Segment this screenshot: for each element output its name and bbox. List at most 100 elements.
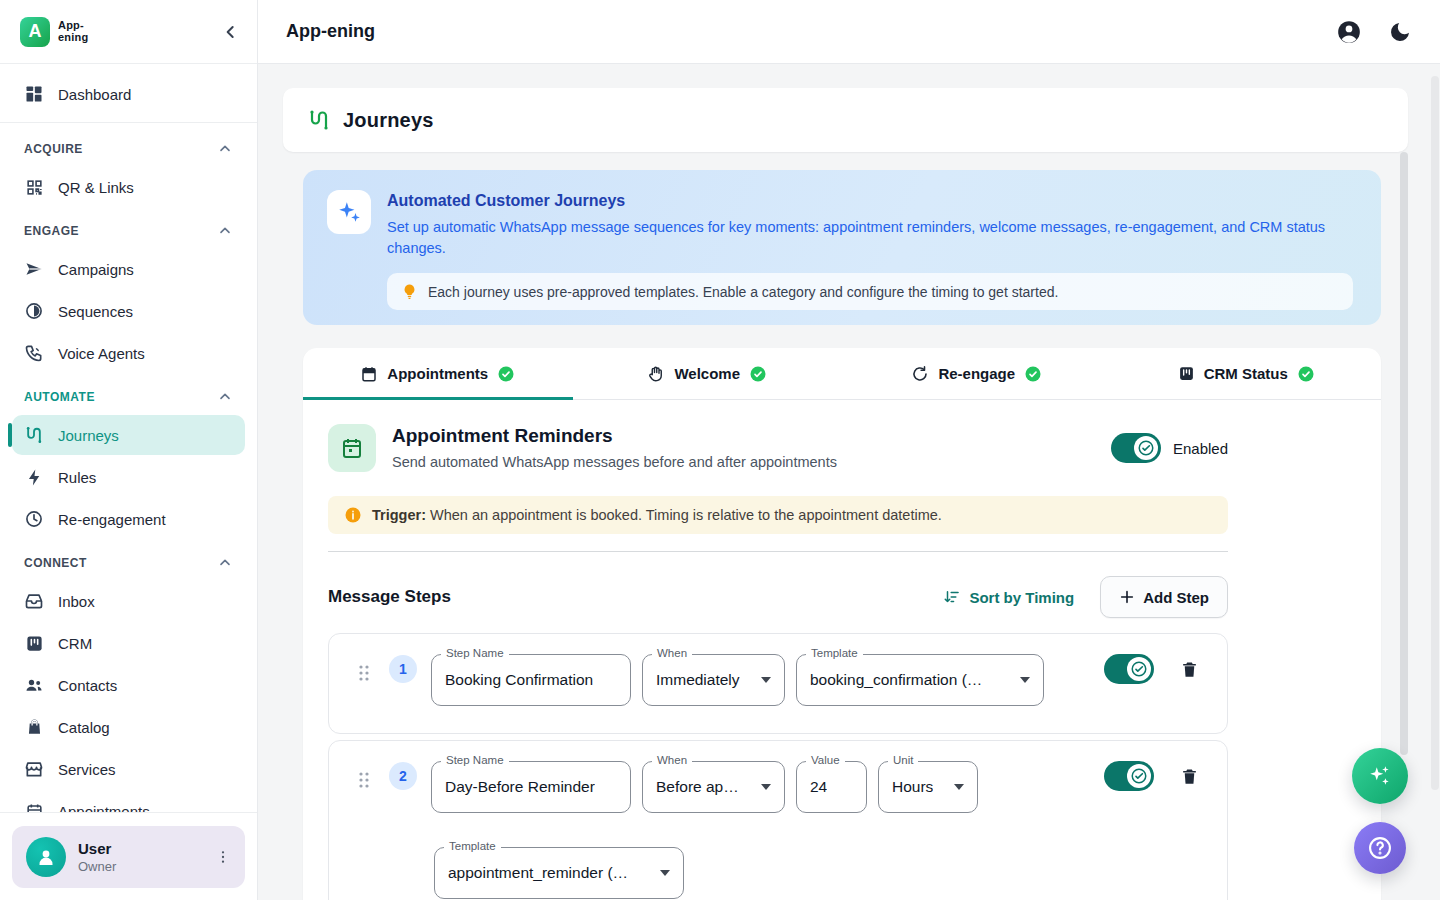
sidebar-item-label: Dashboard bbox=[58, 86, 131, 103]
sidebar-item-inbox[interactable]: Inbox bbox=[12, 581, 245, 621]
check-circle-icon bbox=[1024, 365, 1042, 383]
lightning-icon bbox=[24, 468, 44, 487]
drag-handle-icon[interactable] bbox=[357, 664, 371, 682]
user-card[interactable]: User Owner bbox=[12, 826, 245, 888]
section-header-automate[interactable]: AUTOMATE bbox=[12, 375, 245, 415]
scrollbar-thumb[interactable] bbox=[1400, 152, 1408, 755]
sidebar-item-dashboard[interactable]: Dashboard bbox=[12, 74, 245, 114]
check-circle-icon bbox=[749, 365, 767, 383]
chevron-down-icon bbox=[761, 784, 771, 790]
plus-icon bbox=[1119, 589, 1135, 605]
sidebar-collapse-icon[interactable] bbox=[221, 22, 241, 42]
step-toggle[interactable] bbox=[1104, 654, 1154, 684]
section-header-connect[interactable]: CONNECT bbox=[12, 541, 245, 581]
divider bbox=[0, 122, 257, 123]
page-title-card: Journeys bbox=[283, 88, 1408, 152]
qr-code-icon bbox=[24, 178, 44, 197]
tab-welcome[interactable]: Welcome bbox=[573, 348, 843, 399]
banner-title: Automated Customer Journeys bbox=[387, 190, 1357, 210]
app-logo-text: App-ening bbox=[58, 20, 88, 43]
phone-icon bbox=[24, 343, 44, 363]
check-circle-icon bbox=[1297, 365, 1315, 383]
chevron-up-icon bbox=[217, 223, 233, 239]
sidebar-item-campaigns[interactable]: Campaigns bbox=[12, 249, 245, 289]
storefront-icon bbox=[24, 759, 44, 779]
question-icon bbox=[1366, 834, 1394, 862]
add-step-button[interactable]: Add Step bbox=[1100, 576, 1228, 618]
account-icon[interactable] bbox=[1336, 19, 1362, 45]
sparkles-icon bbox=[327, 190, 371, 234]
refresh-icon bbox=[911, 365, 929, 383]
user-name: User bbox=[78, 840, 203, 857]
step-card-2: 2 Step Name Day-Before Reminder When Bef… bbox=[328, 740, 1228, 900]
window-scrollbar[interactable] bbox=[1431, 76, 1439, 790]
section-header-acquire[interactable]: ACQUIRE bbox=[12, 127, 245, 167]
chevron-down-icon bbox=[761, 677, 771, 683]
topbar-title: App-ening bbox=[286, 21, 375, 42]
enabled-label: Enabled bbox=[1173, 440, 1228, 457]
help-fab[interactable] bbox=[1354, 822, 1406, 874]
user-avatar bbox=[26, 837, 66, 877]
app-logo: A App-ening bbox=[20, 17, 88, 47]
sidebar-item-voice-agents[interactable]: Voice Agents bbox=[12, 333, 245, 373]
step-number-badge: 1 bbox=[389, 655, 417, 683]
chevron-up-icon bbox=[217, 389, 233, 405]
step-name-input[interactable]: Step Name Booking Confirmation bbox=[431, 654, 631, 706]
users-icon bbox=[24, 675, 44, 695]
template-select[interactable]: Template appointment_reminder (… bbox=[434, 847, 684, 899]
step-card-1: 1 Step Name Booking Confirmation When Im… bbox=[328, 633, 1228, 734]
step-name-input[interactable]: Step Name Day-Before Reminder bbox=[431, 761, 631, 813]
content-area: Journeys Automated Customer Journeys Set… bbox=[258, 64, 1440, 900]
sidebar-item-sequences[interactable]: Sequences bbox=[12, 291, 245, 331]
sidebar-item-qr-links[interactable]: QR & Links bbox=[12, 167, 245, 207]
more-options-icon[interactable] bbox=[215, 849, 231, 865]
journeys-banner: Automated Customer Journeys Set up autom… bbox=[303, 170, 1381, 325]
template-select[interactable]: Template booking_confirmation (… bbox=[796, 654, 1044, 706]
assistant-fab[interactable] bbox=[1352, 748, 1408, 804]
chevron-up-icon bbox=[217, 555, 233, 571]
app-logo-icon: A bbox=[20, 17, 50, 47]
sidebar-item-catalog[interactable]: Catalog bbox=[12, 707, 245, 747]
journeys-panel: Appointments Welcome bbox=[303, 348, 1381, 900]
trash-icon[interactable] bbox=[1180, 660, 1199, 679]
sort-by-timing-button[interactable]: Sort by Timing bbox=[943, 588, 1074, 606]
sidebar-item-services[interactable]: Services bbox=[12, 749, 245, 789]
chevron-up-icon bbox=[217, 141, 233, 157]
when-select[interactable]: When Before ap… bbox=[642, 761, 785, 813]
step-number-badge: 2 bbox=[389, 762, 417, 790]
inbox-icon bbox=[24, 591, 44, 611]
info-icon bbox=[344, 506, 362, 524]
section-header-engage[interactable]: ENGAGE bbox=[12, 209, 245, 249]
sidebar-item-re-engagement[interactable]: Re-engagement bbox=[12, 499, 245, 539]
enabled-toggle[interactable] bbox=[1111, 433, 1161, 463]
sidebar: A App-ening Dashboard ACQUIRE QR & Links bbox=[0, 0, 258, 900]
tab-appointments[interactable]: Appointments bbox=[303, 348, 573, 399]
sidebar-item-crm[interactable]: CRM bbox=[12, 623, 245, 663]
dark-mode-icon[interactable] bbox=[1388, 20, 1412, 44]
page-title: Journeys bbox=[343, 109, 434, 132]
journey-icon bbox=[307, 108, 331, 132]
sparkles-icon bbox=[1367, 763, 1393, 789]
category-subtitle: Send automated WhatsApp messages before … bbox=[392, 454, 837, 470]
drag-handle-icon[interactable] bbox=[357, 771, 371, 789]
send-icon bbox=[24, 259, 44, 279]
sidebar-item-journeys[interactable]: Journeys bbox=[12, 415, 245, 455]
when-select[interactable]: When Immediately bbox=[642, 654, 785, 706]
dashboard-icon bbox=[24, 84, 44, 104]
tab-crm-status[interactable]: CRM Status bbox=[1112, 348, 1382, 399]
divider bbox=[328, 551, 1228, 552]
chevron-down-icon bbox=[954, 784, 964, 790]
tab-re-engage[interactable]: Re-engage bbox=[842, 348, 1112, 399]
trash-icon[interactable] bbox=[1180, 767, 1199, 786]
banner-description: Set up automatic WhatsApp message sequen… bbox=[387, 217, 1357, 259]
journey-icon bbox=[24, 425, 44, 445]
kanban-icon bbox=[1178, 365, 1195, 382]
sidebar-item-contacts[interactable]: Contacts bbox=[12, 665, 245, 705]
user-role: Owner bbox=[78, 859, 203, 874]
clock-icon bbox=[24, 509, 44, 529]
sidebar-item-rules[interactable]: Rules bbox=[12, 457, 245, 497]
step-toggle[interactable] bbox=[1104, 761, 1154, 791]
unit-select[interactable]: Unit Hours bbox=[878, 761, 978, 813]
chevron-down-icon bbox=[660, 870, 670, 876]
value-input[interactable]: Value 24 bbox=[796, 761, 867, 813]
